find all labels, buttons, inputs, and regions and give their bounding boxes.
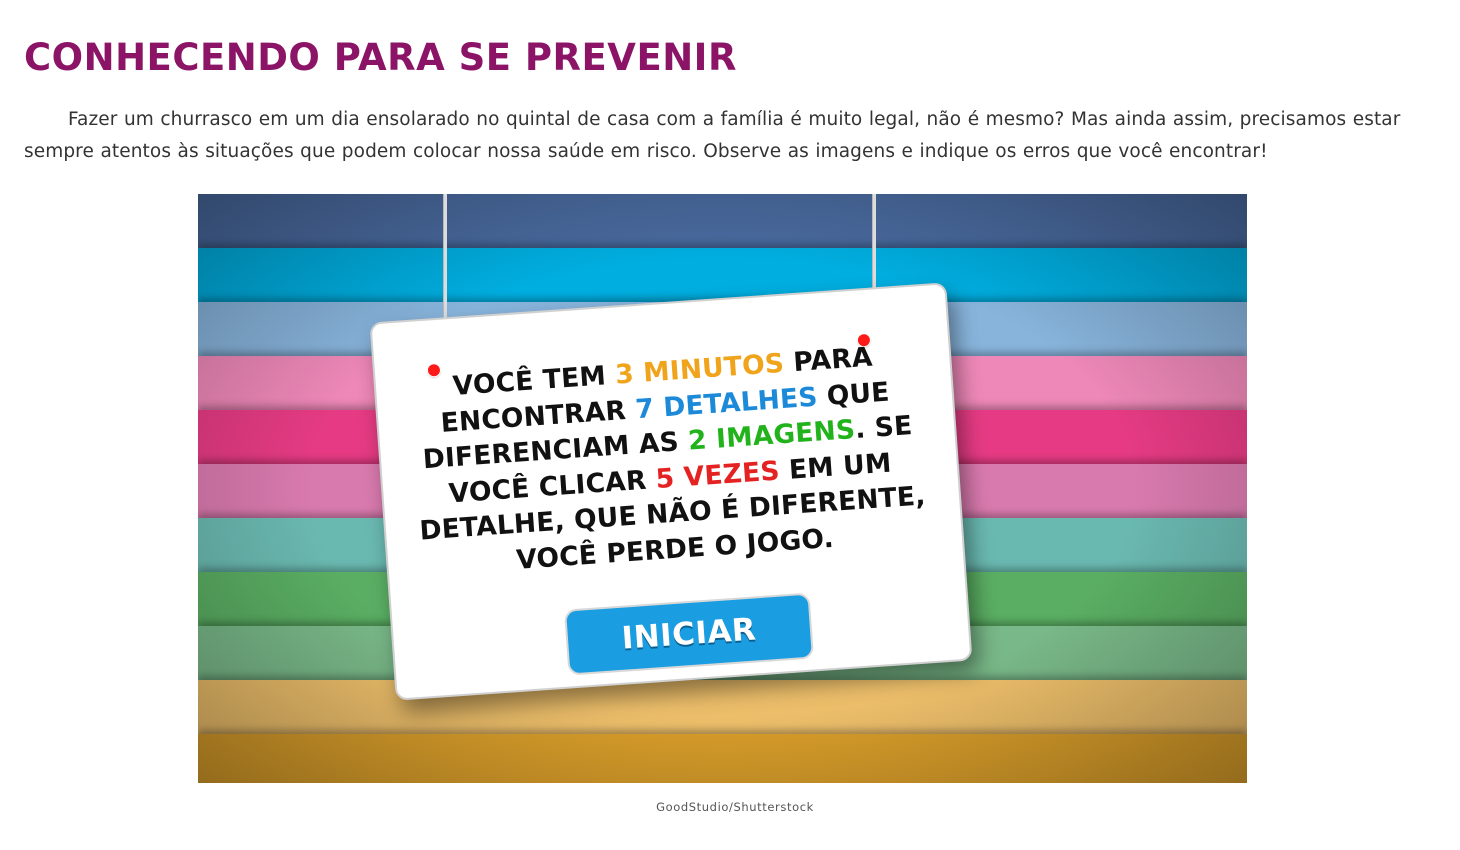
background-stripe xyxy=(198,248,1247,303)
hanging-string-right xyxy=(872,194,876,296)
hanging-string-left xyxy=(443,194,447,334)
instructions-part-1: VOCÊ TEM xyxy=(451,359,617,402)
background-stripe xyxy=(198,194,1247,249)
game-area: VOCÊ TEM 3 MINUTOS PARA ENCONTRAR 7 DETA… xyxy=(198,194,1247,783)
page-title: CONHECENDO PARA SE PREVENIR xyxy=(24,36,737,79)
instructions-text: VOCÊ TEM 3 MINUTOS PARA ENCONTRAR 7 DETA… xyxy=(405,336,933,584)
start-button[interactable]: INICIAR xyxy=(563,592,814,676)
background-stripe xyxy=(198,734,1247,783)
highlight-clicks: 5 VEZES xyxy=(654,454,781,495)
instructions-card: VOCÊ TEM 3 MINUTOS PARA ENCONTRAR 7 DETA… xyxy=(369,282,973,701)
background-stripe xyxy=(198,680,1247,735)
image-credit: GoodStudio/Shutterstock xyxy=(656,800,814,814)
intro-paragraph: Fazer um churrasco em um dia ensolarado … xyxy=(24,109,1401,162)
